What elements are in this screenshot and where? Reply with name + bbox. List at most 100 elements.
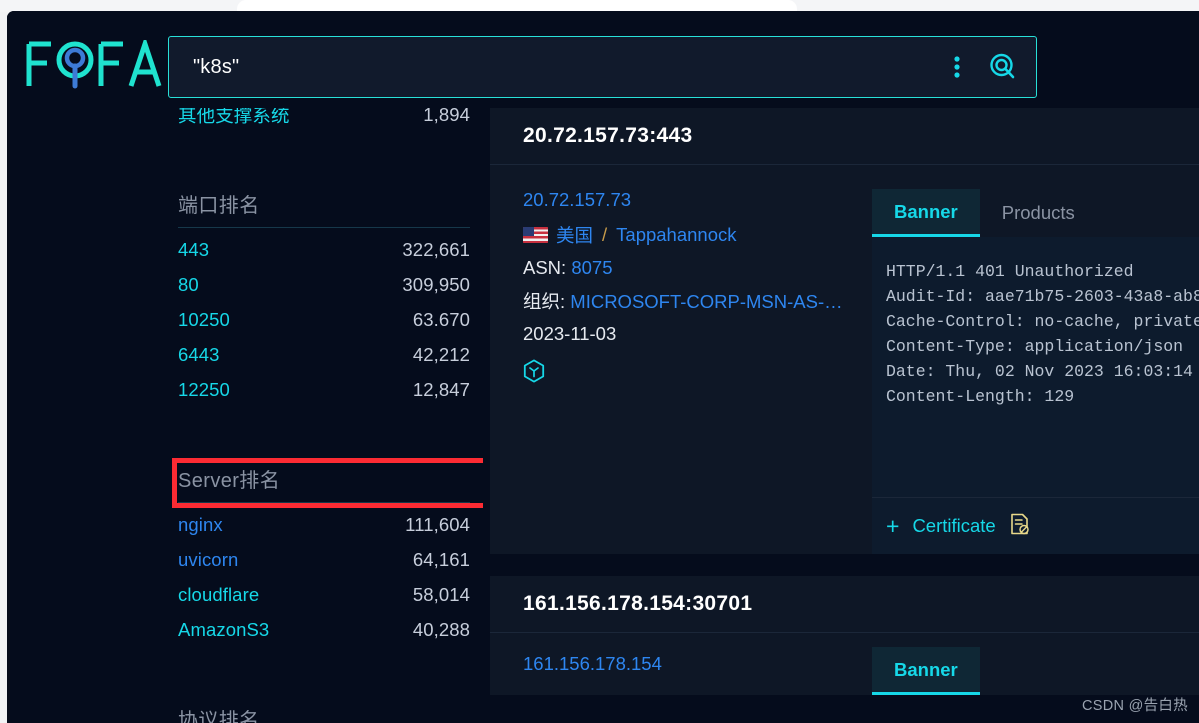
rank-value: 40,288 — [412, 618, 470, 640]
us-flag-icon — [523, 227, 548, 243]
app-header: "k8s" — [7, 11, 1199, 108]
result-meta: 20.72.157.73 美国 / Tappahannock ASN: 8075… — [490, 189, 872, 554]
rank-block-protocol: 协议排名 — [7, 674, 483, 723]
result-card-header: 161.156.178.154:30701 — [490, 576, 1199, 633]
screenshot-root: "k8s" 其他支撑系统 1,894 端口排名 443 322,661 80 3… — [0, 0, 1199, 723]
banner-content[interactable]: HTTP/1.1 401 Unauthorized Audit-Id: aae7… — [872, 237, 1199, 497]
rank-block-title: 端口排名 — [178, 195, 260, 217]
tab-products[interactable]: Products — [980, 189, 1097, 237]
clipped-rank-block: 服务 2,000 其他支撑系统 1,894 — [7, 108, 483, 132]
result-card-header: 20.72.157.73:443 — [490, 108, 1199, 165]
search-bar[interactable]: "k8s" — [168, 36, 1037, 98]
rank-value: 58,014 — [412, 583, 470, 605]
rank-row-6443[interactable]: 6443 42,212 — [178, 337, 470, 372]
result-card: 161.156.178.154:30701 161.156.178.154 Ba… — [490, 576, 1199, 695]
tab-banner[interactable]: Banner — [872, 647, 980, 695]
banner-line: Content-Length: 129 — [886, 387, 1075, 406]
body-area: 服务 2,000 其他支撑系统 1,894 端口排名 — [7, 108, 1199, 723]
rank-key[interactable]: 其他支撑系统 — [178, 108, 290, 128]
rank-value: 64,161 — [412, 548, 470, 570]
rank-block-ports: 端口排名 443 322,661 80 309,950 10250 63.670… — [7, 159, 483, 407]
result-meta: 161.156.178.154 — [490, 653, 872, 695]
rank-row-uvicorn[interactable]: uvicorn 64,161 — [178, 542, 470, 577]
rank-value: 42,212 — [412, 343, 470, 365]
certificate-doc-icon[interactable] — [1009, 512, 1031, 541]
asn-value[interactable]: 8075 — [571, 257, 612, 278]
rank-row-12250[interactable]: 12250 12,847 — [178, 372, 470, 407]
banner-line: Content-Type: application/json — [886, 337, 1184, 356]
rank-value: 111,604 — [405, 513, 470, 535]
rank-value: 1,894 — [423, 108, 470, 125]
rank-value: 12,847 — [412, 378, 470, 400]
geo-separator: / — [602, 224, 608, 245]
plus-icon[interactable]: + — [886, 514, 899, 538]
rank-block-title: Server排名 — [178, 470, 281, 492]
rank-row-amazons3[interactable]: AmazonS3 40,288 — [178, 612, 470, 647]
rank-row-nginx[interactable]: nginx 111,604 — [178, 507, 470, 542]
search-input[interactable]: "k8s" — [193, 37, 239, 97]
result-card-body: 161.156.178.154 Banner — [490, 633, 1199, 695]
banner-line: HTTP/1.1 401 Unauthorized — [886, 262, 1134, 281]
banner-line: Cache-Control: no-cache, private — [886, 312, 1199, 331]
result-tabs: Banner Products — [872, 189, 1199, 237]
divider — [178, 227, 470, 228]
result-card-body: 20.72.157.73 美国 / Tappahannock ASN: 8075… — [490, 165, 1199, 554]
result-ip-link[interactable]: 20.72.157.73 — [523, 189, 872, 211]
result-geo: 美国 / Tappahannock — [523, 222, 872, 248]
cube-icon[interactable] — [523, 359, 545, 388]
org-label: 组织: — [523, 291, 566, 312]
divider — [178, 502, 470, 503]
rank-key[interactable]: nginx — [178, 514, 223, 536]
fofa-app-window: "k8s" 其他支撑系统 1,894 端口排名 443 322,661 80 3… — [7, 11, 1199, 723]
rank-block-server: Server排名 nginx 111,604 uvicorn 64,161 cl… — [7, 434, 483, 647]
rank-key[interactable]: 443 — [178, 239, 209, 261]
result-country[interactable]: 美国 — [556, 222, 593, 248]
rank-key[interactable]: 12250 — [178, 379, 230, 401]
rank-block-title: 协议排名 — [178, 710, 260, 723]
result-ip-link[interactable]: 161.156.178.154 — [523, 653, 872, 675]
result-city[interactable]: Tappahannock — [616, 224, 736, 246]
search-icon[interactable] — [988, 50, 1018, 84]
rank-key[interactable]: AmazonS3 — [178, 619, 269, 641]
results-list: 20.72.157.73:443 20.72.157.73 美国 / Tappa… — [490, 108, 1199, 723]
card-divider — [490, 554, 1199, 576]
result-asn: ASN: 8075 — [523, 257, 872, 279]
certificate-label[interactable]: Certificate — [912, 515, 995, 537]
rank-row-cloudflare[interactable]: cloudflare 58,014 — [178, 577, 470, 612]
rank-row-443[interactable]: 443 322,661 — [178, 232, 470, 267]
rank-key[interactable]: 80 — [178, 274, 199, 296]
rank-value: 322,661 — [402, 238, 470, 260]
banner-line: Date: Thu, 02 Nov 2023 16:03:14 GMT — [886, 362, 1199, 381]
result-detail-panel: Banner — [872, 647, 1199, 695]
search-actions — [942, 37, 1018, 97]
org-value[interactable]: MICROSOFT-CORP-MSN-AS-… — [570, 291, 842, 312]
result-date: 2023-11-03 — [523, 323, 617, 344]
tab-banner[interactable]: Banner — [872, 189, 980, 237]
certificate-bar: + Certificate — [872, 497, 1199, 554]
result-org: 组织: MICROSOFT-CORP-MSN-AS-… — [523, 288, 872, 314]
rank-value: 63.670 — [412, 308, 470, 330]
rank-key[interactable]: cloudflare — [178, 584, 259, 606]
result-icons — [523, 359, 872, 388]
result-title[interactable]: 161.156.178.154:30701 — [523, 592, 752, 616]
result-card: 20.72.157.73:443 20.72.157.73 美国 / Tappa… — [490, 108, 1199, 554]
rank-row[interactable]: 其他支撑系统 1,894 — [178, 108, 470, 132]
more-vertical-icon[interactable] — [942, 50, 972, 84]
stats-sidebar-scroll[interactable]: 服务 2,000 其他支撑系统 1,894 端口排名 — [7, 108, 483, 723]
csdn-watermark: CSDN @告白热 — [1081, 698, 1188, 714]
result-title[interactable]: 20.72.157.73:443 — [523, 124, 692, 148]
stats-sidebar: 服务 2,000 其他支撑系统 1,894 端口排名 — [7, 108, 483, 723]
rank-value: 309,950 — [402, 273, 470, 295]
rank-row-80[interactable]: 80 309,950 — [178, 267, 470, 302]
banner-line: Audit-Id: aae71b75-2603-43a8-ab8f-df — [886, 287, 1199, 306]
rank-key[interactable]: 6443 — [178, 344, 220, 366]
result-detail-panel: Banner Products HTTP/1.1 401 Unauthorize… — [872, 189, 1199, 554]
fofa-logo[interactable] — [25, 36, 165, 90]
rank-row-10250[interactable]: 10250 63.670 — [178, 302, 470, 337]
asn-label: ASN: — [523, 257, 567, 278]
rank-key[interactable]: uvicorn — [178, 549, 238, 571]
rank-key[interactable]: 10250 — [178, 309, 230, 331]
